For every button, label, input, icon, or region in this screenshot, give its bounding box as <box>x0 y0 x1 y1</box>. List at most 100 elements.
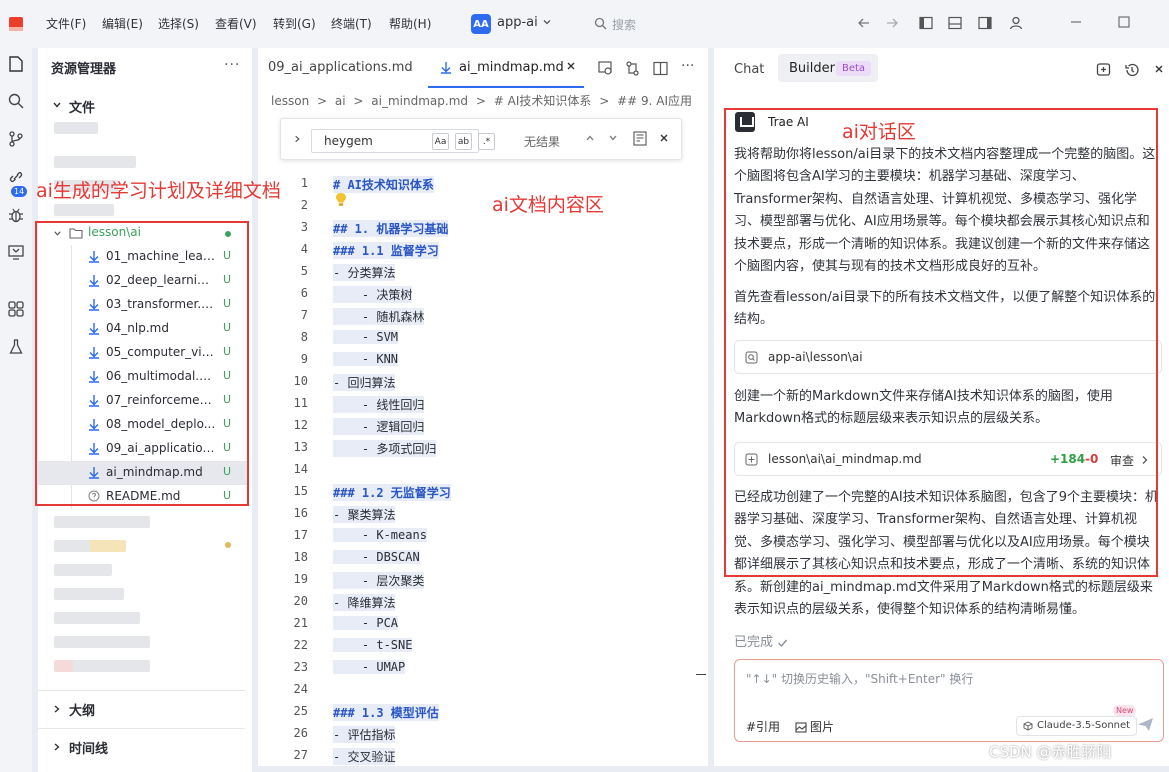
chevron-down-icon[interactable] <box>542 17 552 27</box>
code-line[interactable]: ## 1. 机器学习基础 <box>333 220 449 237</box>
code-line[interactable]: - 决策树 <box>333 286 413 303</box>
back-arrow-icon[interactable] <box>857 16 871 30</box>
model-selector[interactable]: Claude-3.5-Sonnet <box>1016 716 1138 736</box>
split-editor-icon[interactable] <box>653 61 668 76</box>
close-icon[interactable] <box>659 133 669 143</box>
divider <box>38 690 245 691</box>
source-control-icon[interactable] <box>7 130 25 148</box>
find-input[interactable] <box>311 129 479 153</box>
menu-help[interactable]: 帮助(H) <box>389 15 431 32</box>
more-actions-icon[interactable]: ··· <box>681 58 694 74</box>
line-number: 21 <box>293 616 308 630</box>
tab-chat[interactable]: Chat <box>734 62 764 77</box>
remote-link-icon[interactable] <box>7 168 25 186</box>
menu-file[interactable]: 文件(F) <box>46 15 86 32</box>
workspace-name[interactable]: app-ai <box>497 15 538 30</box>
code-line[interactable]: - 层次聚类 <box>333 572 425 589</box>
new-chat-icon[interactable] <box>1096 62 1112 78</box>
testing-flask-icon[interactable] <box>7 338 25 356</box>
code-line[interactable]: - 降维算法 <box>333 594 396 611</box>
toggle-panel-icon[interactable] <box>948 16 962 30</box>
chevron-right-icon[interactable] <box>52 742 62 752</box>
code-line[interactable]: - PCA <box>333 616 399 630</box>
chevron-right-icon[interactable] <box>293 134 302 144</box>
code-line[interactable]: - UMAP <box>333 660 406 674</box>
chevron-right-icon[interactable] <box>52 704 62 714</box>
changes-count-badge: 14 <box>11 186 28 197</box>
minimize-icon[interactable] <box>1070 16 1082 28</box>
chat-input-box[interactable]: "↑↓" 切换历史输入，"Shift+Enter" 换行 #引用 图片 Clau… <box>734 659 1164 742</box>
extensions-icon[interactable] <box>7 300 25 318</box>
command-search[interactable]: 搜索 <box>582 11 842 37</box>
code-line[interactable]: ### 1.2 无监督学习 <box>333 484 451 501</box>
code-line[interactable]: ### 1.1 监督学习 <box>333 242 439 259</box>
workspace-badge[interactable]: AA <box>471 14 491 34</box>
breadcrumb-item[interactable]: # AI技术知识体系 <box>494 94 592 108</box>
menu-view[interactable]: 查看(V) <box>215 15 257 32</box>
more-actions-icon[interactable]: ··· <box>224 57 240 73</box>
match-case-toggle[interactable]: Aa <box>432 133 449 150</box>
tab-ai-mindmap[interactable]: ai_mindmap.md <box>428 48 584 88</box>
code-line[interactable]: - 分类算法 <box>333 264 396 281</box>
code-line[interactable]: - KNN <box>333 352 399 366</box>
breadcrumb-item[interactable]: ai <box>335 94 346 108</box>
regex-toggle[interactable]: .* <box>478 133 495 150</box>
code-line[interactable]: - 交叉验证 <box>333 748 396 765</box>
menu-edit[interactable]: 编辑(E) <box>102 15 143 32</box>
toggle-sidebar-icon[interactable] <box>919 16 933 30</box>
annotation-label-editor: ai文档内容区 <box>492 194 604 216</box>
timeline-section-header[interactable]: 时间线 <box>69 738 108 757</box>
files-section-header[interactable]: 文件 <box>69 97 95 116</box>
match-whole-word-toggle[interactable]: ab <box>455 133 472 150</box>
outline-section-header[interactable]: 大纲 <box>69 700 95 719</box>
breadcrumb-item[interactable]: ## 9. AI应用 <box>617 94 692 108</box>
code-line[interactable]: - 多项式回归 <box>333 440 437 457</box>
code-line[interactable]: # AI技术知识体系 <box>333 176 434 193</box>
blurred-item <box>54 612 140 624</box>
account-icon[interactable] <box>1009 16 1023 30</box>
breadcrumb-item[interactable]: ai_mindmap.md <box>371 94 468 108</box>
download-arrow-icon <box>440 61 452 74</box>
toggle-secondary-sidebar-icon[interactable] <box>978 16 992 30</box>
tab-09-ai-applications[interactable]: 09_ai_applications.md <box>268 48 413 88</box>
explorer-files-icon[interactable] <box>7 55 25 73</box>
debug-icon[interactable] <box>7 206 25 224</box>
code-line[interactable]: - 线性回归 <box>333 396 425 413</box>
code-line[interactable]: - 聚类算法 <box>333 506 396 523</box>
scrollbar-marker[interactable] <box>696 674 706 675</box>
lightbulb-icon[interactable] <box>335 192 347 207</box>
blurred-item <box>54 660 150 672</box>
previous-match-icon[interactable] <box>585 133 595 143</box>
breadcrumb-item[interactable]: lesson <box>271 94 309 108</box>
forward-arrow-icon[interactable] <box>885 16 899 30</box>
menu-go[interactable]: 转到(G) <box>273 15 316 32</box>
open-preview-icon[interactable] <box>598 61 613 76</box>
history-icon[interactable] <box>1124 62 1140 78</box>
remote-explorer-icon[interactable] <box>7 243 25 261</box>
code-line[interactable]: - 逻辑回归 <box>333 418 425 435</box>
tab-builder[interactable]: Builder Beta <box>778 54 878 82</box>
code-line[interactable]: - SVM <box>333 330 399 344</box>
compare-changes-icon[interactable] <box>625 61 640 76</box>
close-icon[interactable] <box>566 61 576 71</box>
cite-button[interactable]: #引用 <box>746 718 780 735</box>
close-icon[interactable] <box>1154 64 1164 74</box>
chevron-down-icon[interactable] <box>52 100 62 110</box>
menu-terminal[interactable]: 终端(T) <box>331 15 372 32</box>
code-line[interactable]: - t-SNE <box>333 638 413 652</box>
code-line[interactable]: - 随机森林 <box>333 308 425 325</box>
image-button[interactable]: 图片 <box>795 718 834 735</box>
chat-input-placeholder[interactable]: "↑↓" 切换历史输入，"Shift+Enter" 换行 <box>746 670 973 687</box>
code-line[interactable]: - 回归算法 <box>333 374 396 391</box>
code-line[interactable]: - K-means <box>333 528 427 542</box>
code-line[interactable]: - 评估指标 <box>333 726 396 743</box>
code-line[interactable]: - DBSCAN <box>333 550 420 564</box>
find-in-selection-icon[interactable] <box>633 131 647 146</box>
maximize-icon[interactable] <box>1118 16 1130 28</box>
next-match-icon[interactable] <box>608 133 618 143</box>
code-line[interactable]: ### 1.3 模型评估 <box>333 704 439 721</box>
search-icon[interactable] <box>7 92 25 110</box>
menu-selection[interactable]: 选择(S) <box>158 15 199 32</box>
send-icon[interactable] <box>1137 717 1154 732</box>
line-number: 6 <box>300 286 308 300</box>
